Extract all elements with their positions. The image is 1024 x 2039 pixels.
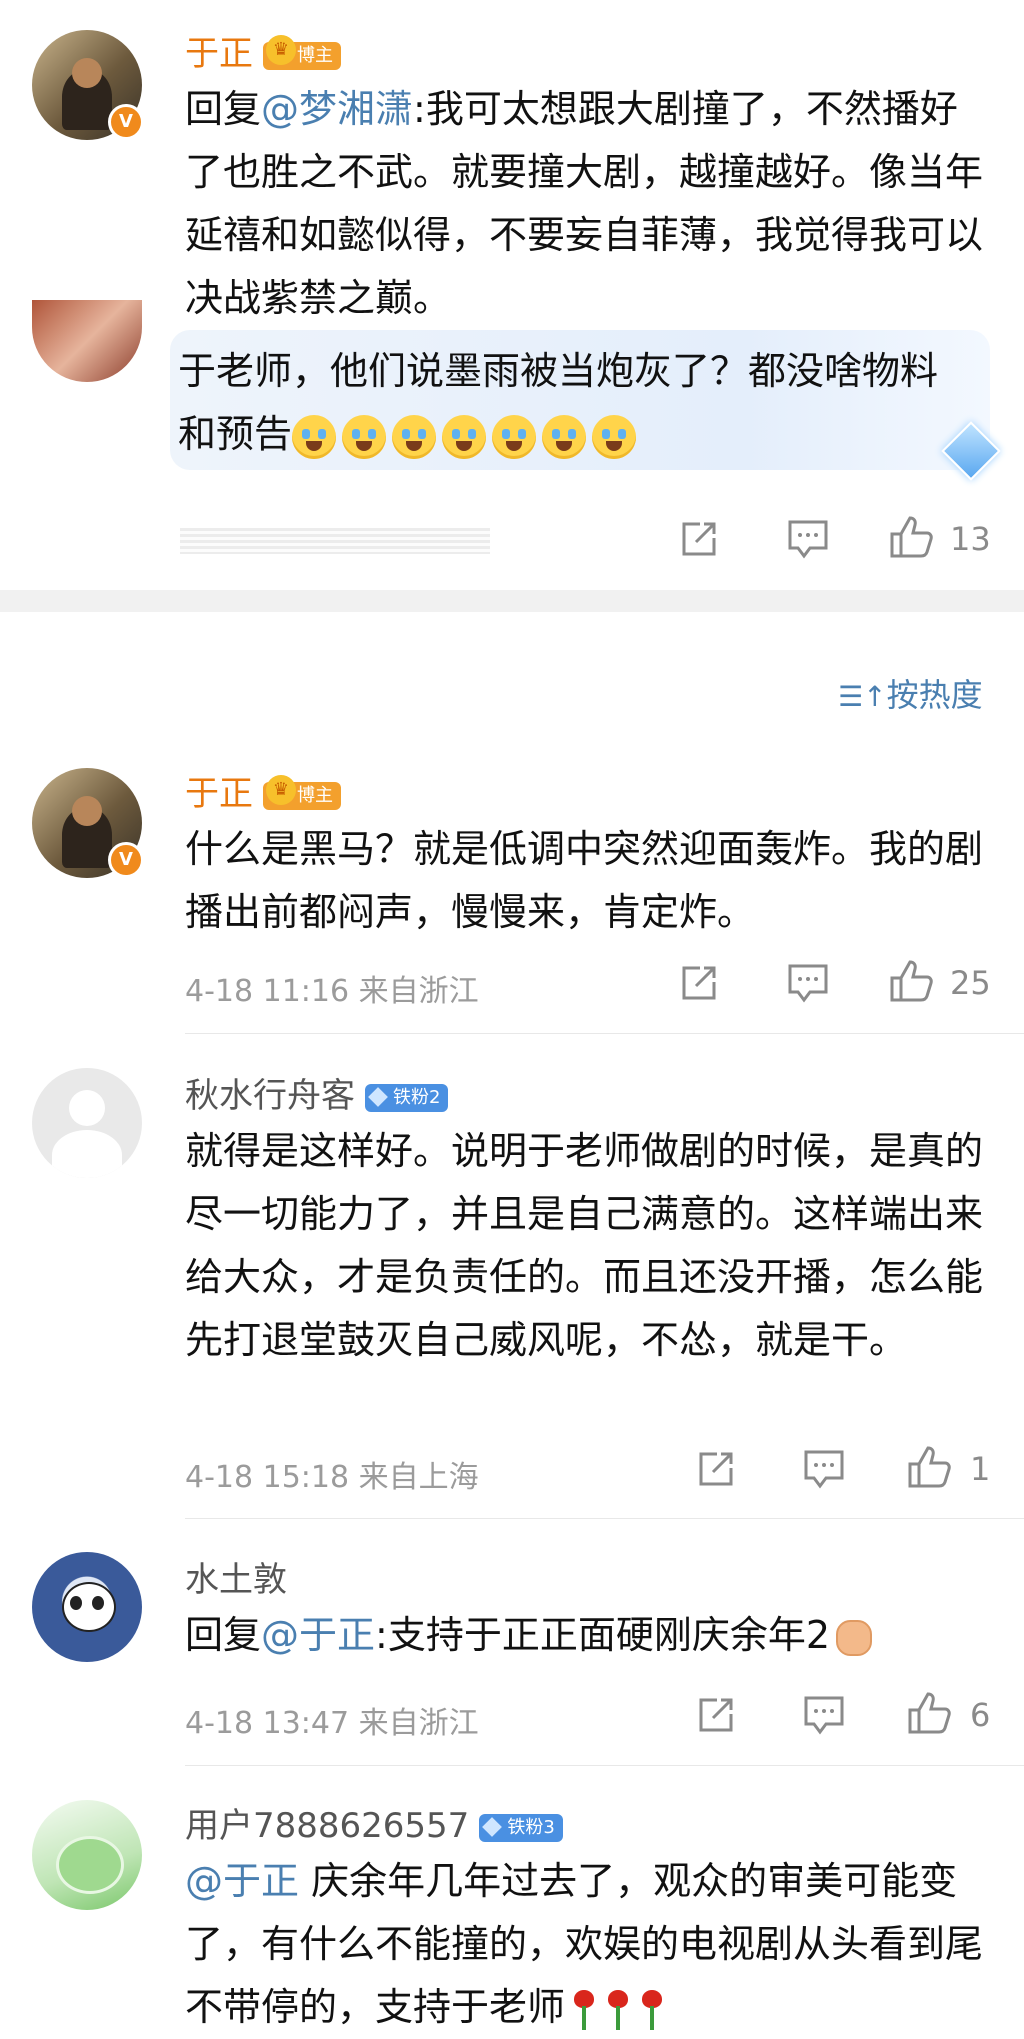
like-count: 25	[950, 964, 991, 1002]
share-button[interactable]	[695, 1448, 737, 1490]
avatar-product[interactable]	[32, 1800, 142, 1910]
crying-emoji-icon	[292, 414, 337, 459]
rose-emoji-icon	[569, 1988, 599, 2032]
comment-separator	[185, 1518, 1024, 1519]
comment-icon	[804, 1696, 844, 1735]
crown-icon: ♛	[266, 774, 296, 805]
author-name[interactable]: 用户7888626557 铁粉3	[185, 1798, 563, 1847]
comment-icon	[788, 964, 828, 1003]
crown-icon: ♛	[266, 34, 296, 65]
comment-icon	[788, 520, 828, 559]
author-name[interactable]: 于正 ♛ 博主	[185, 766, 341, 815]
sort-icon: ☰↑	[838, 680, 887, 713]
verified-badge-icon: V	[108, 104, 144, 140]
sort-control[interactable]: ☰↑按热度	[838, 670, 983, 716]
like-icon	[890, 516, 933, 558]
avatar-default[interactable]	[32, 1068, 142, 1178]
comment-meta: 4-18 15:18 来自上海	[185, 1460, 479, 1495]
crying-emoji-icon	[592, 414, 637, 459]
comment-button[interactable]	[802, 1448, 846, 1490]
verified-badge-icon: V	[108, 842, 144, 878]
fan-tag: 铁粉2	[365, 1083, 449, 1112]
avatar-panda[interactable]	[32, 1552, 142, 1662]
mention-link[interactable]: @于正	[185, 1859, 299, 1903]
like-icon	[908, 1692, 951, 1734]
like-button[interactable]	[888, 514, 934, 560]
like-button[interactable]	[888, 958, 934, 1004]
comment-text: @于正 庆余年几年过去了，观众的审美可能变了，有什么不能撞的，欢娱的电视剧从头看…	[185, 1850, 985, 2039]
reply-text: 回复@梦湘潇:我可太想跟大剧撞了，不然播好了也胜之不武。就要撞大剧，越撞越好。像…	[185, 87, 984, 320]
like-count: 13	[950, 520, 991, 558]
crying-emoji-icon	[442, 414, 487, 459]
like-count: 1	[970, 1450, 991, 1488]
comment-separator	[185, 1033, 1024, 1034]
comment-text: 就得是这样好。说明于老师做剧的时候，是真的尽一切能力了，并且是自己满意的。这样端…	[185, 1129, 984, 1362]
like-button[interactable]	[906, 1690, 952, 1736]
crying-emoji-icon	[542, 414, 587, 459]
fist-emoji-icon	[836, 1619, 873, 1656]
comment-button[interactable]	[786, 518, 830, 560]
mention-link[interactable]: @梦湘潇	[261, 87, 413, 131]
like-count: 6	[970, 1696, 991, 1734]
crying-emoji-icon	[492, 414, 537, 459]
avatar-commenter[interactable]	[32, 300, 142, 382]
crying-emoji-icon	[392, 414, 437, 459]
like-button[interactable]	[906, 1444, 952, 1490]
like-icon	[890, 960, 933, 1002]
section-divider	[0, 590, 1024, 612]
author-name[interactable]: 秋水行舟客 铁粉2	[185, 1068, 449, 1117]
rose-emoji-icon	[637, 1988, 667, 2032]
share-button[interactable]	[695, 1694, 737, 1736]
comment-meta: 4-18 13:47 来自浙江	[185, 1706, 479, 1741]
comment-text: 回复@于正:支持于正正面硬刚庆余年2	[185, 1604, 985, 1667]
blogger-tag: ♛ 博主	[263, 774, 341, 810]
blurred-meta	[180, 528, 490, 554]
emoji-row	[292, 412, 642, 459]
author-name[interactable]: 水土敦	[185, 1552, 287, 1601]
crying-emoji-icon	[342, 414, 387, 459]
comment-meta: 4-18 11:16 来自浙江	[185, 974, 479, 1009]
highlight-comment-text: 于老师，他们说墨雨被当炮灰了？都没啥物料和预告	[178, 340, 968, 466]
mention-link[interactable]: @于正	[261, 1613, 375, 1657]
like-icon	[908, 1446, 951, 1488]
blogger-tag: ♛ 博主	[263, 34, 341, 70]
fan-tag: 铁粉3	[479, 1813, 563, 1842]
share-button[interactable]	[678, 962, 720, 1004]
share-icon	[682, 966, 716, 1000]
share-icon	[682, 522, 716, 556]
share-icon	[699, 1698, 733, 1732]
comment-separator	[185, 1765, 1024, 1766]
author-name[interactable]: 于正 ♛ 博主	[185, 26, 341, 75]
comment-button[interactable]	[802, 1694, 846, 1736]
comment-icon	[804, 1450, 844, 1489]
comment-button[interactable]	[786, 962, 830, 1004]
comment-text: 什么是黑马？就是低调中突然迎面轰炸。我的剧播出前都闷声，慢慢来，肯定炸。	[185, 827, 984, 934]
rose-emoji-icon	[603, 1988, 633, 2032]
share-icon	[699, 1452, 733, 1486]
share-button[interactable]	[678, 518, 720, 560]
